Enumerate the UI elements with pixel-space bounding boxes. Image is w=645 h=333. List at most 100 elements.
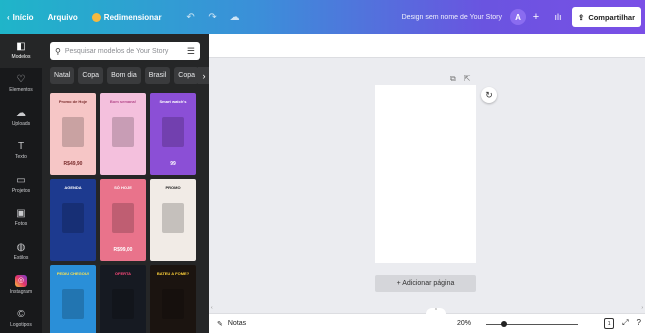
- canvas-area: ⧉ ⇱ ↻ + Adicionar página ‹ ›: [209, 34, 645, 313]
- template-card[interactable]: Promo de Hoje R$49,90: [50, 93, 96, 175]
- search-input[interactable]: Pesquisar modelos de Your Story: [65, 48, 169, 55]
- rail-item-label: Logotipos: [10, 321, 32, 328]
- rail-item-label: Elementos: [9, 87, 33, 94]
- add-page-button[interactable]: + Adicionar página: [375, 275, 476, 292]
- templates-panel: ⚲ Pesquisar modelos de Your Story ☰ Nata…: [42, 34, 209, 333]
- page-count-button[interactable]: 1: [604, 318, 615, 329]
- cloud-saved-icon[interactable]: ☁: [227, 9, 243, 25]
- template-thumbnail: [112, 117, 134, 147]
- template-card[interactable]: SÓ HOJE R$99,00: [100, 179, 146, 261]
- upload-cloud-icon: ☁: [16, 107, 26, 119]
- templates-icon: ◧: [16, 40, 26, 52]
- rail-item-modelos[interactable]: ◧ Modelos: [0, 34, 42, 68]
- palette-icon: ◍: [16, 241, 26, 253]
- shapes-icon: ♡: [16, 74, 26, 86]
- template-card[interactable]: AGENDA: [50, 179, 96, 261]
- filter-icon[interactable]: ☰: [187, 46, 195, 57]
- rail-item-label: Estilos: [13, 254, 29, 261]
- chevron-left-icon: ‹: [7, 12, 10, 22]
- template-thumbnail: [62, 117, 84, 147]
- template-title: Bom semana!: [109, 99, 137, 104]
- chevron-up-icon[interactable]: ⌃: [426, 308, 446, 314]
- rail-item-label: Projetos: [11, 187, 31, 194]
- share-button[interactable]: ⇪ Compartilhar: [572, 7, 641, 27]
- duplicate-page-icon[interactable]: ⧉: [450, 74, 456, 84]
- rail-item-instagram[interactable]: ◎ Instagram: [0, 269, 42, 303]
- instagram-icon: ◎: [15, 275, 27, 288]
- category-chips: Natal Copa Bom dia Brasil Copa: [50, 67, 202, 85]
- rail-item-estilos[interactable]: ◍ Estilos: [0, 235, 42, 269]
- chevron-right-icon[interactable]: ›: [198, 67, 209, 84]
- zoom-value[interactable]: 20%: [457, 320, 471, 327]
- template-card[interactable]: Smart watch's 99: [150, 93, 196, 175]
- scroll-left-icon[interactable]: ‹: [211, 305, 213, 311]
- bottom-bar: ⌃ ✎ Notas 20% 1 ⤢ ?: [209, 308, 645, 333]
- template-thumbnail: [62, 289, 84, 319]
- resize-label: Redimensionar: [103, 12, 162, 22]
- template-thumbnail: [162, 117, 184, 147]
- redo-icon[interactable]: ↷: [205, 9, 221, 25]
- design-page[interactable]: [375, 85, 476, 263]
- rail-item-label: Uploads: [11, 120, 31, 127]
- template-thumbnail: [62, 203, 84, 233]
- file-menu-button[interactable]: Arquivo: [41, 13, 85, 22]
- template-card[interactable]: PEDIU CHEGOU!: [50, 265, 96, 333]
- rail-item-fotos[interactable]: ▣ Fotos: [0, 202, 42, 236]
- template-title: PROMO: [165, 185, 181, 190]
- resize-button[interactable]: Redimensionar: [85, 12, 169, 22]
- category-chip[interactable]: Natal: [50, 67, 75, 84]
- zoom-slider[interactable]: [486, 321, 578, 327]
- help-icon[interactable]: ?: [637, 318, 641, 329]
- category-chip[interactable]: Copa: [78, 67, 104, 84]
- share-label: Compartilhar: [588, 12, 635, 22]
- rail-item-logotipos[interactable]: © Logotipos: [0, 302, 42, 333]
- share-icon: ⇪: [578, 12, 585, 22]
- add-page-icon[interactable]: ⇱: [464, 74, 471, 84]
- undo-icon[interactable]: ↶: [183, 9, 199, 25]
- design-name[interactable]: Design sem nome de Your Story: [402, 14, 510, 21]
- rail-item-label: Fotos: [14, 221, 28, 228]
- regenerate-icon[interactable]: ↻: [481, 87, 497, 103]
- template-price: R$99,00: [113, 247, 133, 253]
- notes-button[interactable]: ✎ Notas: [217, 320, 246, 328]
- view-controls: 1 ⤢ ?: [604, 318, 641, 329]
- zoom-slider-thumb[interactable]: [501, 321, 508, 327]
- rail-item-projetos[interactable]: ▭ Projetos: [0, 168, 42, 202]
- template-title: PEDIU CHEGOU!: [56, 271, 90, 276]
- template-title: Smart watch's: [159, 99, 187, 104]
- template-search[interactable]: ⚲ Pesquisar modelos de Your Story ☰: [50, 42, 200, 60]
- photo-icon: ▣: [16, 208, 26, 220]
- template-thumbnail: [112, 203, 134, 233]
- template-title: OFERTA: [114, 271, 132, 276]
- template-thumbnail: [112, 289, 134, 319]
- avatar[interactable]: A: [510, 9, 527, 25]
- template-thumbnail: [162, 203, 184, 233]
- folder-icon: ▭: [16, 174, 26, 186]
- rail-item-uploads[interactable]: ☁ Uploads: [0, 101, 42, 135]
- rail-item-texto[interactable]: T Texto: [0, 135, 42, 169]
- template-title: Promo de Hoje: [58, 99, 88, 104]
- analytics-icon[interactable]: ılı: [550, 9, 566, 25]
- template-card[interactable]: BATEU A FOME?: [150, 265, 196, 333]
- scroll-right-icon[interactable]: ›: [641, 305, 643, 311]
- fullscreen-icon[interactable]: ⤢: [622, 318, 628, 329]
- page-tools: ⧉ ⇱: [450, 74, 470, 84]
- category-chip[interactable]: Copa: [174, 67, 200, 84]
- template-card[interactable]: PROMO: [150, 179, 196, 261]
- text-icon: T: [17, 141, 25, 153]
- top-bar: ‹ Início Arquivo Redimensionar ↶ ↷ ☁ Des…: [0, 0, 645, 34]
- rail-item-elementos[interactable]: ♡ Elementos: [0, 68, 42, 102]
- notes-label: Notas: [227, 320, 247, 327]
- template-title: SÓ HOJE: [114, 185, 132, 190]
- template-card[interactable]: Bom semana!: [100, 93, 146, 175]
- rail-item-label: Instagram: [9, 289, 33, 296]
- template-card[interactable]: OFERTA: [100, 265, 146, 333]
- category-chip[interactable]: Bom dia: [107, 67, 141, 84]
- template-price: 99: [170, 161, 176, 167]
- add-collaborator-icon[interactable]: +: [528, 9, 544, 25]
- file-label: Arquivo: [47, 12, 78, 22]
- category-chip[interactable]: Brasil: [144, 67, 171, 84]
- logo-icon: ©: [17, 308, 25, 320]
- home-button[interactable]: ‹ Início: [0, 13, 41, 22]
- template-title: AGENDA: [64, 185, 82, 190]
